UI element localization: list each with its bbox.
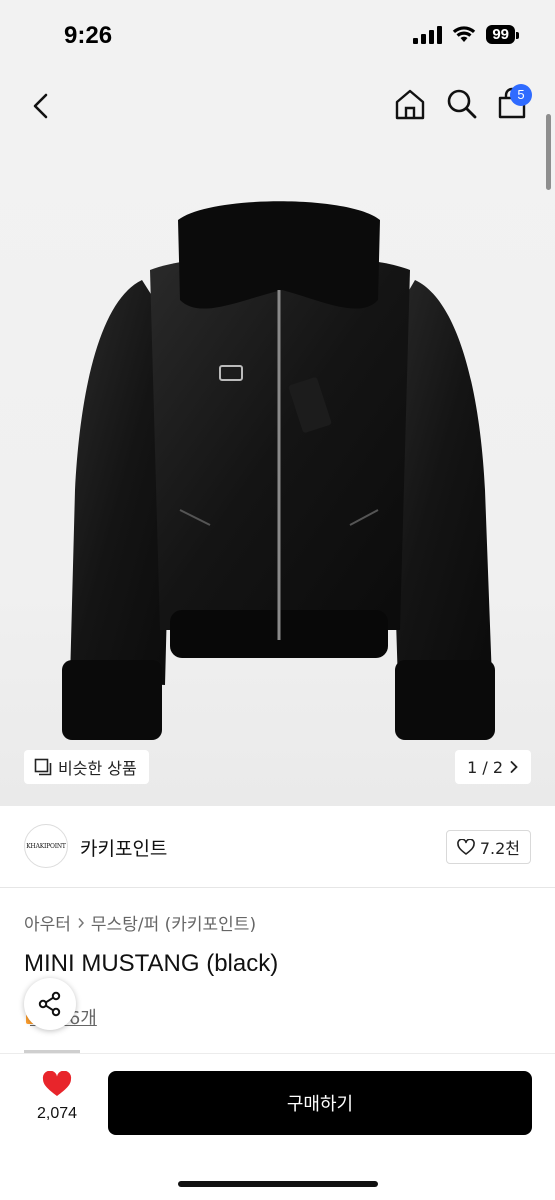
product-image: [62, 201, 495, 740]
breadcrumb: 아우터 무스탕/퍼 (카키포인트): [24, 910, 256, 935]
battery-indicator: 99: [486, 24, 519, 44]
scrollbar[interactable]: [546, 114, 551, 190]
share-icon: [38, 991, 61, 1017]
brand-like-button[interactable]: 7.2천: [445, 830, 531, 864]
image-pager-label: 1 / 2: [467, 757, 503, 777]
breadcrumb-subcategory[interactable]: 무스탕/퍼 (카키포인트): [91, 910, 256, 935]
brand-logo-text: KHAKIPOINT: [26, 842, 66, 850]
chevron-right-icon: [78, 917, 84, 928]
breadcrumb-category[interactable]: 아우터: [24, 910, 71, 935]
wishlist-button[interactable]: 2,074: [26, 1070, 88, 1123]
chevron-left-icon[interactable]: [24, 88, 60, 124]
gallery-icon: [34, 758, 52, 776]
similar-products-button[interactable]: 비슷한 상품: [24, 750, 149, 784]
share-button[interactable]: [24, 978, 76, 1030]
product-image-gallery[interactable]: 5 비슷한 상품 1 / 2: [0, 70, 555, 806]
product-title: MINI MUSTANG (black): [24, 950, 279, 977]
similar-products-label: 비슷한 상품: [58, 759, 137, 778]
heart-filled-icon: [42, 1070, 72, 1096]
search-icon[interactable]: [444, 86, 480, 122]
cellular-signal-icon: [413, 24, 443, 44]
home-icon[interactable]: [392, 86, 428, 122]
divider: [0, 1053, 555, 1054]
bottom-action-bar: 2,074 구매하기: [0, 1055, 555, 1200]
buy-button[interactable]: 구매하기: [108, 1071, 532, 1135]
status-icons: 99: [413, 24, 519, 44]
brand-like-count: 7.2천: [479, 839, 520, 858]
image-pager-button[interactable]: 1 / 2: [455, 750, 531, 784]
cart-count-badge: 5: [510, 84, 532, 106]
brand-row: KHAKIPOINT 카키포인트 7.2천: [0, 806, 555, 888]
brand-name[interactable]: 카키포인트: [80, 834, 167, 861]
home-indicator: [178, 1181, 378, 1187]
status-time: 9:26: [64, 22, 113, 49]
wifi-icon: [453, 26, 476, 42]
chevron-right-icon: [510, 761, 518, 773]
brand-logo[interactable]: KHAKIPOINT: [24, 824, 68, 868]
wishlist-count: 2,074: [36, 1105, 78, 1122]
heart-outline-icon: [457, 839, 475, 855]
status-bar: 9:26 99: [0, 0, 555, 70]
